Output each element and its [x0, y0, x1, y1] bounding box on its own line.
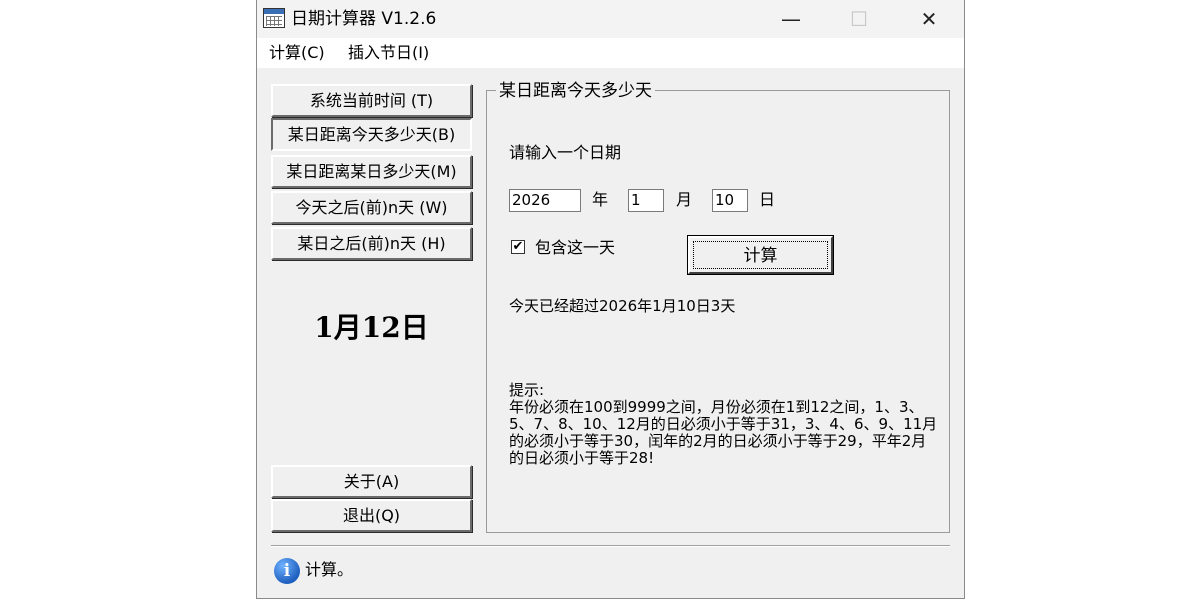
n-days-after-today-button[interactable]: 今天之后(前)n天 (W) [271, 191, 472, 224]
menu-bar: 计算(C) 插入节日(I) [257, 38, 964, 68]
date-prompt-label: 请输入一个日期 [509, 143, 622, 162]
menu-calculate[interactable]: 计算(C) [269, 43, 325, 63]
day-unit-label: 日 [759, 190, 776, 209]
month-unit-label: 月 [676, 190, 693, 209]
exit-button[interactable]: 退出(Q) [271, 499, 472, 532]
close-button[interactable]: ✕ [895, 0, 963, 38]
calculate-button-label: 计算 [693, 241, 828, 269]
month-input[interactable]: 1 [628, 189, 664, 212]
include-day-checkbox[interactable]: ✔ [511, 240, 525, 254]
include-day-label: 包含这一天 [535, 238, 616, 257]
year-input[interactable]: 2026 [509, 189, 581, 212]
status-separator [271, 545, 950, 547]
group-box-title: 某日距离今天多少天 [496, 80, 655, 102]
info-icon: i [274, 558, 300, 584]
window-title: 日期计算器 V1.2.6 [291, 9, 437, 29]
hint-body: 年份必须在100到9999之间，月份必须在1到12之间，1、3、5、7、8、10… [509, 398, 938, 467]
days-from-today-button[interactable]: 某日距离今天多少天(B) [271, 118, 472, 151]
minimize-button[interactable]: — [757, 0, 825, 38]
title-bar: 日期计算器 V1.2.6 — ☐ ✕ [257, 0, 964, 38]
days-between-dates-button[interactable]: 某日距离某日多少天(M) [271, 155, 472, 188]
day-input[interactable]: 10 [712, 189, 748, 212]
calculate-button[interactable]: 计算 [688, 236, 833, 274]
calendar-app-icon [263, 8, 285, 28]
status-text: 计算。 [305, 560, 354, 579]
hint-title: 提示: [509, 381, 545, 399]
year-unit-label: 年 [592, 190, 609, 209]
n-days-after-date-button[interactable]: 某日之后(前)n天 (H) [271, 227, 472, 260]
app-window: 日期计算器 V1.2.6 — ☐ ✕ 计算(C) 插入节日(I) 系统当前时间 … [256, 0, 965, 599]
result-text: 今天已经超过2026年1月10日3天 [509, 297, 736, 315]
today-date-display: 1月12日 [314, 311, 429, 344]
hint-block: 提示: 年份必须在100到9999之间，月份必须在1到12之间，1、3、5、7、… [509, 382, 939, 467]
menu-insert-holiday[interactable]: 插入节日(I) [348, 43, 429, 63]
maximize-button[interactable]: ☐ [825, 0, 893, 38]
current-time-button[interactable]: 系统当前时间 (T) [271, 84, 472, 117]
about-button[interactable]: 关于(A) [271, 465, 472, 498]
